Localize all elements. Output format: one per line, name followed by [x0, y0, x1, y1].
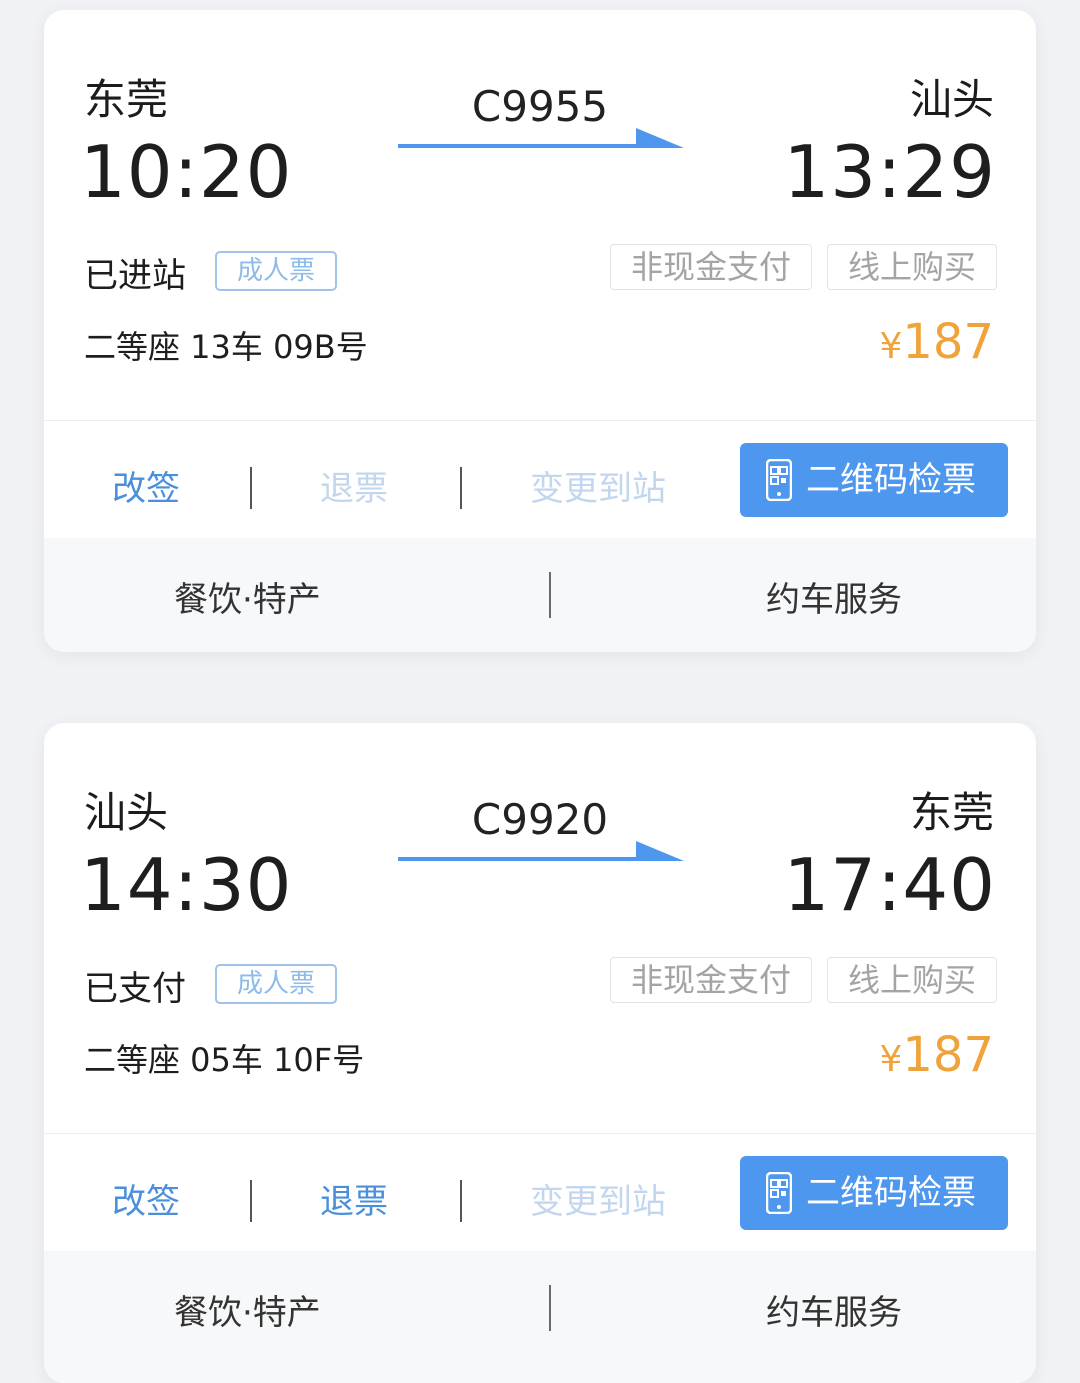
refund-button[interactable]: 退票 — [320, 461, 388, 510]
ticket-status: 已支付 — [84, 969, 186, 1009]
purchase-channel-tag: 线上购买 — [827, 244, 997, 290]
ticket-card[interactable]: 东莞 10:20 C9955 汕头 13:29 已进站 成人票 非现金支付 线上… — [44, 10, 1036, 652]
arrival-station: 汕头 — [909, 75, 994, 124]
price-value: 187 — [902, 1027, 994, 1083]
ticket-actions: 改签 退票 变更到站 二维码检票 — [44, 1133, 1036, 1251]
ticket-info: 汕头 14:30 C9920 东莞 17:40 已支付 成人票 非现金支付 线上… — [44, 723, 1036, 1133]
change-destination-button[interactable]: 变更到站 — [530, 461, 666, 510]
arrival-station: 东莞 — [909, 788, 994, 837]
change-destination-button[interactable]: 变更到站 — [530, 1174, 666, 1223]
phone-qr-icon — [766, 1172, 792, 1214]
ticket-info: 东莞 10:20 C9955 汕头 13:29 已进站 成人票 非现金支付 线上… — [44, 10, 1036, 420]
qr-check-in-button[interactable]: 二维码检票 — [740, 443, 1008, 517]
departure-time: 14:30 — [80, 843, 293, 927]
arrow-right-icon — [398, 128, 684, 148]
divider — [460, 467, 462, 509]
extra-services: 餐饮·特产 约车服务 — [44, 538, 1036, 652]
divider — [549, 1285, 551, 1331]
divider — [549, 572, 551, 618]
ticket-type-badge: 成人票 — [215, 251, 337, 291]
payment-method-tag: 非现金支付 — [610, 957, 812, 1003]
qr-check-in-button[interactable]: 二维码检票 — [740, 1156, 1008, 1230]
arrival-time: 13:29 — [783, 130, 996, 214]
seat-info: 二等座 13车 09B号 — [84, 328, 368, 366]
refund-button[interactable]: 退票 — [320, 1174, 388, 1223]
arrow-right-icon — [398, 841, 684, 861]
divider — [250, 467, 252, 509]
arrival-time: 17:40 — [783, 843, 996, 927]
extra-services: 餐饮·特产 约车服务 — [44, 1251, 1036, 1383]
change-ticket-button[interactable]: 改签 — [112, 1174, 180, 1223]
purchase-channel-tag: 线上购买 — [827, 957, 997, 1003]
departure-station: 东莞 — [84, 75, 169, 124]
departure-station: 汕头 — [84, 788, 169, 837]
price-value: 187 — [902, 314, 994, 370]
qr-check-in-label: 二维码检票 — [806, 1173, 976, 1213]
change-ticket-button[interactable]: 改签 — [112, 461, 180, 510]
currency-symbol: ¥ — [879, 326, 903, 367]
food-specialty-link[interactable]: 餐饮·特产 — [174, 1285, 321, 1334]
ticket-price: ¥187 — [879, 1027, 994, 1083]
ticket-status: 已进站 — [84, 256, 186, 296]
phone-qr-icon — [766, 459, 792, 501]
payment-method-tag: 非现金支付 — [610, 244, 812, 290]
train-number: C9955 — [471, 82, 609, 131]
ticket-type-badge: 成人票 — [215, 964, 337, 1004]
qr-check-in-label: 二维码检票 — [806, 460, 976, 500]
seat-info: 二等座 05车 10F号 — [84, 1041, 365, 1079]
ticket-price: ¥187 — [879, 314, 994, 370]
departure-time: 10:20 — [80, 130, 293, 214]
car-service-link[interactable]: 约车服务 — [766, 1285, 902, 1334]
ticket-card[interactable]: 汕头 14:30 C9920 东莞 17:40 已支付 成人票 非现金支付 线上… — [44, 723, 1036, 1383]
divider — [250, 1180, 252, 1222]
currency-symbol: ¥ — [879, 1039, 903, 1080]
divider — [460, 1180, 462, 1222]
ticket-actions: 改签 退票 变更到站 二维码检票 — [44, 420, 1036, 538]
train-number: C9920 — [471, 795, 609, 844]
food-specialty-link[interactable]: 餐饮·特产 — [174, 572, 321, 621]
car-service-link[interactable]: 约车服务 — [766, 572, 902, 621]
